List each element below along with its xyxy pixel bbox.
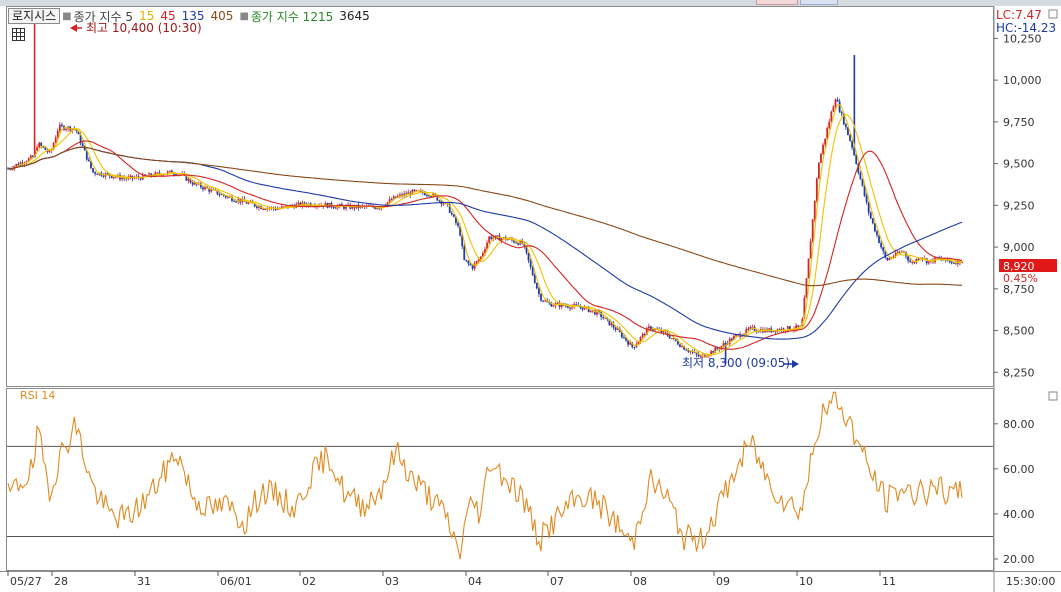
- legend-vol-value: 3645: [339, 9, 370, 23]
- candle: [805, 277, 808, 299]
- price-ytick-label: 8,500: [1003, 325, 1035, 338]
- legend-vol-label: 종가 지수 1215: [250, 9, 334, 24]
- legend-ma-45: 45: [160, 9, 176, 23]
- rsi-title: RSI 14: [20, 389, 55, 402]
- candle: [869, 211, 872, 220]
- xtick-label: 05/27: [10, 575, 42, 588]
- xtick-label: 04: [468, 575, 482, 588]
- price-ytick-label: 8,250: [1003, 366, 1035, 379]
- xtick-label: 10: [799, 575, 813, 588]
- legend-bullet-icon-2: ■: [239, 10, 249, 22]
- rsi-panel-frame: [6, 388, 994, 571]
- xtick-label: 06/01: [220, 575, 252, 588]
- rsi-ytick-label: 40.00: [1003, 508, 1035, 521]
- grid-icon[interactable]: [12, 28, 25, 41]
- candle: [809, 238, 812, 259]
- candle: [604, 317, 607, 319]
- xtick-label: 15:30:00: [1006, 575, 1055, 588]
- scroll-up-icon[interactable]: [1048, 9, 1058, 19]
- candle: [820, 152, 822, 164]
- xtick-label: 03: [385, 575, 399, 588]
- candle: [670, 338, 673, 340]
- legend-ma-405: 405: [210, 9, 234, 23]
- stock-name-button[interactable]: 로지시스: [8, 8, 61, 24]
- legend-bullet-icon: ■: [62, 10, 72, 22]
- price-ytick-label: 9,000: [1003, 241, 1035, 254]
- xtick-label: 08: [633, 575, 647, 588]
- xtick-label: 28: [54, 575, 68, 588]
- chart-canvas[interactable]: 10,25010,0009,7509,5009,2509,0008,7508,5…: [0, 0, 1061, 592]
- xtick-label: 02: [302, 575, 316, 588]
- current-change-label: 0.45%: [1003, 272, 1038, 285]
- candle: [818, 161, 820, 180]
- candle: [535, 282, 538, 290]
- price-ytick-label: 9,750: [1003, 116, 1035, 129]
- price-ytick-label: 9,500: [1003, 158, 1035, 171]
- candle: [807, 258, 810, 279]
- legend-bar: 로지시스 ■ 종가 지수 5 15 45 135 405 ■ 종가 지수 121…: [8, 8, 376, 24]
- rsi-ytick-label: 20.00: [1003, 553, 1035, 566]
- price-ytick-label: 10,000: [1003, 74, 1042, 87]
- xtick-label: 09: [716, 575, 730, 588]
- rsi-ytick-label: 80.00: [1003, 418, 1035, 431]
- xtick-label: 07: [550, 575, 564, 588]
- price-ytick-label: 9,250: [1003, 199, 1035, 212]
- xtick-label: 31: [137, 575, 151, 588]
- price-panel-frame: [6, 6, 994, 387]
- legend-ma-135: 135: [181, 9, 205, 23]
- rsi-scroll-icon[interactable]: [1048, 391, 1058, 401]
- rsi-ytick-label: 60.00: [1003, 463, 1035, 476]
- hc-label: HC:-14.23: [996, 21, 1056, 35]
- low-annotation-label: 최저 8,300 (09:05): [682, 356, 790, 370]
- lc-label: LC:7.47: [996, 8, 1042, 22]
- low-annotation: 최저 8,300 (09:05): [682, 356, 799, 370]
- legend-price-label: 종가 지수 5: [73, 9, 134, 24]
- legend-ma-15: 15: [139, 9, 155, 23]
- xtick-label: 11: [882, 575, 896, 588]
